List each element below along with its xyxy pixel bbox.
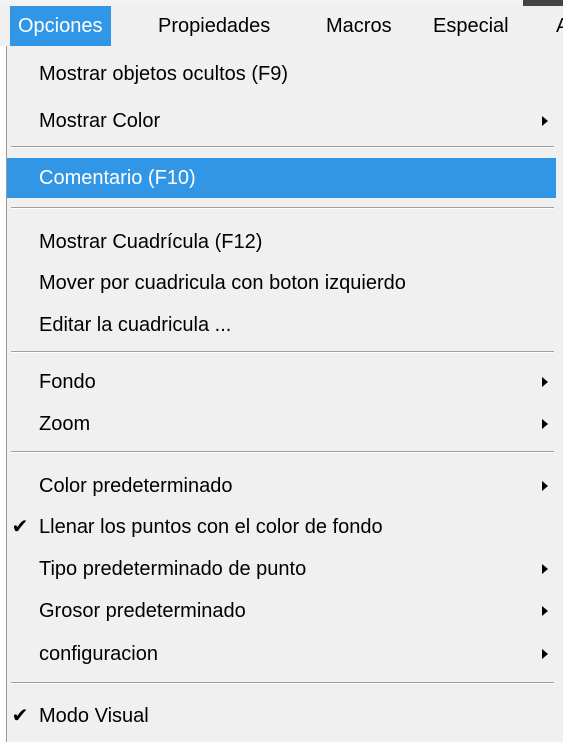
submenu-arrow-icon (542, 116, 548, 126)
menu-item-label: configuracion (39, 643, 158, 665)
menu-item-label: Llenar los puntos con el color de fondo (39, 516, 383, 538)
opciones-dropdown-menu: Mostrar objetos ocultos (F9) Mostrar Col… (6, 46, 563, 742)
menu-item-label: Editar la cuadricula ... (39, 314, 232, 336)
submenu-arrow-icon (542, 606, 548, 616)
menubar-macros[interactable]: Macros (318, 6, 400, 46)
menu-item-grosor[interactable]: Grosor predeterminado (7, 591, 556, 631)
menu-separator (11, 207, 554, 209)
checkmark-icon: ✔ (11, 516, 29, 538)
menu-separator (11, 351, 554, 353)
menu-item-editar-cuadricula[interactable]: Editar la cuadricula ... (7, 305, 556, 345)
menu-item-label: Mostrar Color (39, 110, 161, 132)
menu-item-label: Grosor predeterminado (39, 600, 246, 622)
menu-item-color-predeterminado[interactable]: Color predeterminado (7, 466, 556, 506)
menu-item-label: Fondo (39, 371, 96, 393)
menu-item-label: Mover por cuadricula con boton izquierdo (39, 272, 406, 294)
menu-item-mostrar-objetos-ocultos[interactable]: Mostrar objetos ocultos (F9) (7, 54, 556, 94)
menu-item-configuracion[interactable]: configuracion (7, 634, 556, 674)
menu-item-mostrar-cuadricula[interactable]: Mostrar Cuadrícula (F12) (7, 222, 556, 262)
menu-item-zoom[interactable]: Zoom (7, 404, 556, 444)
menu-item-comentario[interactable]: Comentario (F10) (7, 158, 556, 198)
menu-item-fondo[interactable]: Fondo (7, 362, 556, 402)
menu-item-llenar-puntos[interactable]: ✔ Llenar los puntos con el color de fond… (7, 507, 556, 547)
menu-item-label: Comentario (F10) (39, 167, 196, 189)
menu-item-label: Tipo predeterminado de punto (39, 558, 307, 580)
menu-item-tipo-punto[interactable]: Tipo predeterminado de punto (7, 549, 556, 589)
submenu-arrow-icon (542, 419, 548, 429)
menu-separator (11, 682, 554, 684)
menubar-truncated-item[interactable]: A (548, 6, 563, 46)
menu-separator (11, 146, 554, 148)
menu-separator (11, 451, 554, 453)
menu-item-mover-por-cuadricula[interactable]: Mover por cuadricula con boton izquierdo (7, 263, 556, 303)
menubar-propiedades[interactable]: Propiedades (150, 6, 278, 46)
menu-item-mostrar-color[interactable]: Mostrar Color (7, 101, 556, 141)
submenu-arrow-icon (542, 481, 548, 491)
submenu-arrow-icon (542, 564, 548, 574)
checkmark-icon: ✔ (11, 705, 29, 727)
submenu-arrow-icon (542, 649, 548, 659)
menu-bar: Opciones Propiedades Macros Especial A (0, 6, 563, 47)
menu-item-modo-visual[interactable]: ✔ Modo Visual (7, 696, 556, 736)
menu-item-label: Zoom (39, 413, 91, 435)
menubar-especial[interactable]: Especial (425, 6, 517, 46)
submenu-arrow-icon (542, 377, 548, 387)
menu-item-label: Mostrar Cuadrícula (F12) (39, 231, 263, 253)
menu-item-label: Modo Visual (39, 705, 149, 727)
menu-item-label: Mostrar objetos ocultos (F9) (39, 63, 288, 85)
menubar-opciones[interactable]: Opciones (10, 6, 111, 46)
menu-item-label: Color predeterminado (39, 475, 233, 497)
